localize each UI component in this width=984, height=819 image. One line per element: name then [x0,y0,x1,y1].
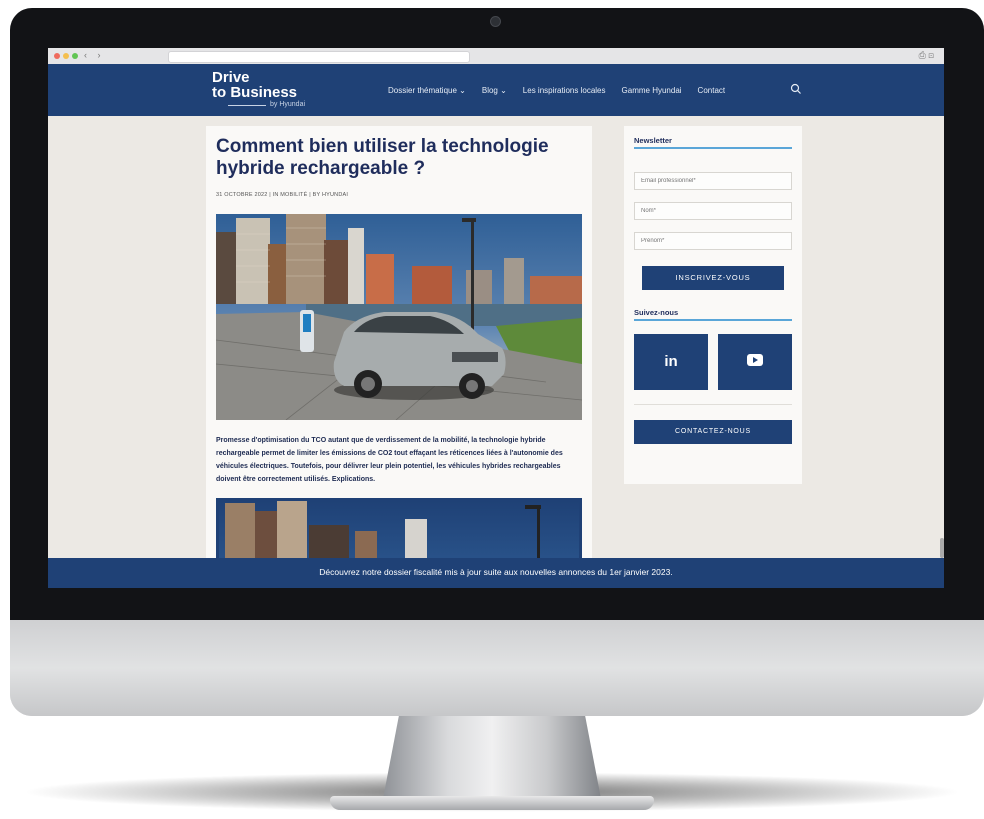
search-icon[interactable] [790,83,802,95]
browser-nav-arrows[interactable]: ‹ › [84,50,105,60]
close-window-button[interactable] [54,53,60,59]
newsletter-rule [634,147,792,149]
main-nav: Dossier thématique ⌄ Blog ⌄ Les inspirat… [388,86,725,95]
nav-item-inspirations-locales[interactable]: Les inspirations locales [523,86,606,95]
address-bar[interactable] [168,51,470,63]
prenom-field[interactable] [634,232,792,250]
article-meta: 31 OCTOBRE 2022 | IN MOBILITÉ | BY HYUND… [216,192,349,198]
nav-item-gamme-hyundai[interactable]: Gamme Hyundai [622,86,682,95]
youtube-icon [747,354,763,366]
nav-item-blog[interactable]: Blog ⌄ [482,86,507,95]
nav-item-contact[interactable]: Contact [698,86,726,95]
browser-action-icons[interactable]: ⎙ ⊡ [919,50,934,61]
monitor-stand-base [330,796,654,810]
browser-toolbar: ‹ › ⎙ ⊡ [48,48,944,65]
camera-icon [490,16,501,27]
newsletter-heading: Newsletter [634,136,672,145]
subscribe-button[interactable]: INSCRIVEZ-VOUS [642,266,784,290]
site-logo[interactable]: Drive to Business by Hyundai [212,70,305,108]
article: Comment bien utiliser la technologie hyb… [206,126,592,588]
email-field[interactable] [634,172,792,190]
article-excerpt: Promesse d'optimisation du TCO autant qu… [216,437,563,483]
nom-field[interactable] [634,202,792,220]
hero-image [216,214,582,420]
site-header: Drive to Business by Hyundai Dossier thé… [48,64,944,116]
logo-line-2: to Business [212,84,298,101]
contact-button[interactable]: CONTACTEZ-NOUS [634,420,792,444]
maximize-window-button[interactable] [72,53,78,59]
logo-line-1: Drive [212,69,250,86]
linkedin-icon: in [664,353,678,370]
follow-rule [634,319,792,321]
sidebar: Newsletter INSCRIVEZ-VOUS Suivez-nous in… [624,126,802,484]
follow-heading: Suivez-nous [634,308,679,317]
minimize-window-button[interactable] [63,53,69,59]
monitor-chin [10,620,984,716]
announcement-banner[interactable]: Découvrez notre dossier fiscalité mis à … [48,558,944,588]
screen: ‹ › ⎙ ⊡ Drive to Business by Hyundai Dos… [48,48,944,588]
logo-by-hyundai: by Hyundai [227,101,306,108]
hero-illustration [216,214,582,420]
page-scrollbar[interactable] [940,538,944,558]
youtube-button[interactable] [718,334,792,390]
nav-item-dossier-thematique[interactable]: Dossier thématique ⌄ [388,86,466,95]
article-title: Comment bien utiliser la technologie hyb… [216,136,549,179]
sidebar-divider [634,404,792,405]
linkedin-button[interactable]: in [634,334,708,390]
monitor-stand [382,712,602,804]
